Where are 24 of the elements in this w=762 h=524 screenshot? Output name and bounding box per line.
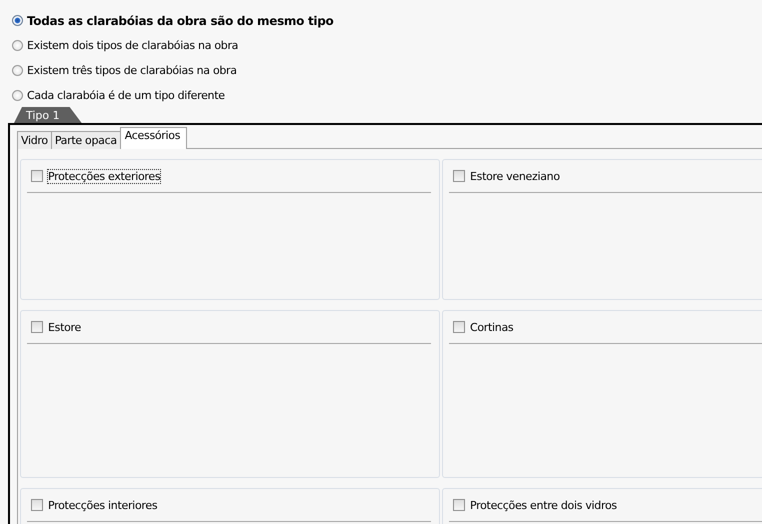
- radio-label[interactable]: Existem dois tipos de clarabóias na obra: [27, 39, 238, 52]
- checkbox-label[interactable]: Cortinas: [469, 320, 514, 334]
- radio-label[interactable]: Todas as clarabóias da obra são do mesmo tipo: [27, 14, 334, 28]
- checkbox-label[interactable]: Estore: [47, 320, 82, 334]
- checkbox[interactable]: [31, 170, 43, 182]
- tab[interactable]: Acessórios: [120, 127, 188, 149]
- checkbox[interactable]: [453, 170, 465, 182]
- radio-label[interactable]: Cada clarabóia é de um tipo diferente: [27, 89, 225, 102]
- checkbox-label[interactable]: Protecções exteriores: [47, 168, 162, 184]
- tab[interactable]: Tipo 1: [14, 107, 82, 123]
- tab[interactable]: Parte opaca: [50, 131, 121, 149]
- checkbox[interactable]: [31, 321, 43, 333]
- radio-button[interactable]: [12, 90, 23, 101]
- checkbox-label[interactable]: Estore veneziano: [469, 168, 561, 184]
- checkbox[interactable]: [31, 499, 43, 511]
- radio-button[interactable]: [12, 65, 23, 76]
- checkbox-label[interactable]: Protecções interiores: [47, 498, 158, 512]
- checkbox-label[interactable]: Protecções entre dois vidros: [469, 498, 618, 512]
- checkbox[interactable]: [453, 321, 465, 333]
- radio-button[interactable]: [12, 15, 23, 26]
- radio-button[interactable]: [12, 40, 23, 51]
- tab[interactable]: Vidro: [17, 131, 52, 149]
- radio-label[interactable]: Existem três tipos de clarabóias na obra: [27, 64, 237, 77]
- checkbox[interactable]: [453, 499, 465, 511]
